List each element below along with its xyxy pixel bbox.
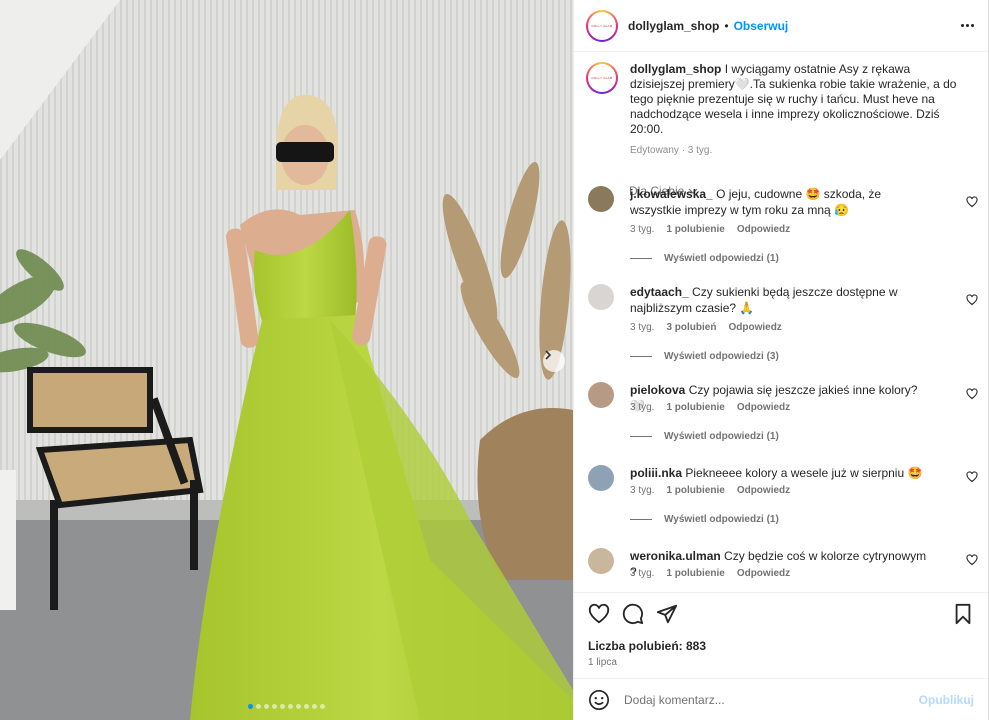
comment-username[interactable]: j.kowalewska_ [630,187,713,201]
post-comment-button[interactable]: Opublikuj [919,693,974,707]
comment-avatar[interactable] [588,284,614,310]
comment-text: Piekneeee kolory a wesele już w sierpniu… [685,466,923,480]
carousel-dot [296,704,301,709]
comment-time: 3 tyg. [630,322,655,333]
comment-reply-button[interactable]: Odpowiedz [728,322,781,333]
comment-username[interactable]: poliii.nka [630,466,682,480]
comment-likes[interactable]: 1 polubienie [666,485,724,496]
comment-icon[interactable] [622,603,644,625]
follow-button[interactable]: Obserwuj [734,19,789,33]
view-replies-button[interactable]: Wyświetl odpowiedzi (3) [630,351,779,362]
caption-avatar-logo-text: DOLLY GLAM [591,76,613,80]
comment-reply-button[interactable]: Odpowiedz [737,485,790,496]
comment-avatar[interactable] [588,548,614,574]
comment-heart-icon[interactable] [966,196,978,208]
comment-time: 3 tyg. [630,485,655,496]
comment-likes[interactable]: 1 polubienie [666,568,724,579]
caption-avatar[interactable]: DOLLY GLAM [586,62,618,94]
likes-count[interactable]: Liczba polubień: 883 [588,639,706,653]
comment-meta: 3 tyg. 3 polubień Odpowiedz [630,322,782,333]
comment-meta: 3 tyg. 1 polubienie Odpowiedz [630,402,790,413]
comment-text-block: j.kowalewska_ O jeju, cudowne 🤩 szkoda, … [630,186,930,218]
comment-meta: 3 tyg. 1 polubienie Odpowiedz [630,224,790,235]
post-caption: DOLLY GLAM dollyglam_shop I wyciągamy os… [574,52,988,158]
comment-username[interactable]: weronika.ulman [630,549,721,563]
more-horizontal-icon[interactable] [961,24,974,27]
comment-text-block: edytaach_ Czy sukienki będą jeszcze dost… [630,284,930,316]
post-actions: Liczba polubień: 883 1 lipca [574,592,988,672]
post-author-username[interactable]: dollyglam_shop [628,19,719,33]
comment-composer: Opublikuj [574,678,988,720]
comment-input[interactable] [624,692,919,707]
comment-likes[interactable]: 1 polubienie [666,224,724,235]
replies-line [630,436,652,437]
comment-heart-icon[interactable] [966,388,978,400]
carousel-dot [248,704,253,709]
header-separator: • [724,18,729,33]
carousel-dot [272,704,277,709]
carousel-dot [320,704,325,709]
caption-meta: Edytowany · 3 tyg. [630,145,713,156]
view-replies-button[interactable]: Wyświetl odpowiedzi (1) [630,431,779,442]
post-header: DOLLY GLAM dollyglam_shop • Obserwuj [574,0,988,52]
caption-username[interactable]: dollyglam_shop [630,62,721,76]
instagram-post-modal: DOLLY GLAM dollyglam_shop • Obserwuj DOL… [0,0,989,720]
avatar[interactable]: DOLLY GLAM [586,9,618,42]
post-image [0,0,573,720]
comment-time: 3 tyg. [630,224,655,235]
comment-time: 3 tyg. [630,402,655,413]
replies-line [630,519,652,520]
carousel-dot [288,704,293,709]
carousel-dot [256,704,261,709]
view-replies-label: Wyświetl odpowiedzi (3) [664,351,779,362]
avatar-logo-text: DOLLY GLAM [591,23,613,28]
comment-text-block: poliii.nka Piekneeee kolory a wesele już… [630,465,930,481]
comment-reply-button[interactable]: Odpowiedz [737,568,790,579]
comments-section[interactable]: DOLLY GLAM dollyglam_shop I wyciągamy os… [574,52,988,592]
post-date: 1 lipca [588,657,617,668]
comment-heart-icon[interactable] [966,471,978,483]
comment-username[interactable]: pielokova [630,383,685,397]
comment-avatar[interactable] [588,465,614,491]
view-replies-button[interactable]: Wyświetl odpowiedzi (1) [630,253,779,264]
view-replies-label: Wyświetl odpowiedzi (1) [664,253,779,264]
replies-line [630,356,652,357]
chevron-right-icon [545,350,552,360]
comment-reply-button[interactable]: Odpowiedz [737,402,790,413]
comment-username[interactable]: edytaach_ [630,285,689,299]
emoji-icon[interactable] [588,689,610,711]
comment-avatar[interactable] [588,186,614,212]
carousel-dot [304,704,309,709]
comment-reply-button[interactable]: Odpowiedz [737,224,790,235]
comment-heart-icon[interactable] [966,294,978,306]
heart-icon[interactable] [588,603,610,625]
carousel-dot [280,704,285,709]
post-photo[interactable] [0,0,573,720]
carousel-next-button[interactable] [543,350,565,372]
replies-line [630,258,652,259]
share-icon[interactable] [656,603,678,625]
comment-time: 3 tyg. [630,568,655,579]
bookmark-icon[interactable] [952,603,974,625]
comment-meta: 3 tyg. 1 polubienie Odpowiedz [630,485,790,496]
carousel-dot [312,704,317,709]
carousel-dots [0,704,573,709]
comment-avatar[interactable] [588,382,614,408]
view-replies-label: Wyświetl odpowiedzi (1) [664,514,779,525]
view-replies-label: Wyświetl odpowiedzi (1) [664,431,779,442]
post-panel: DOLLY GLAM dollyglam_shop • Obserwuj DOL… [573,0,989,720]
comment-meta: 3 tyg. 1 polubienie Odpowiedz [630,568,790,579]
comment-likes[interactable]: 3 polubień [666,322,716,333]
comment-likes[interactable]: 1 polubienie [666,402,724,413]
comment-heart-icon[interactable] [966,554,978,566]
carousel-dot [264,704,269,709]
view-replies-button[interactable]: Wyświetl odpowiedzi (1) [630,514,779,525]
